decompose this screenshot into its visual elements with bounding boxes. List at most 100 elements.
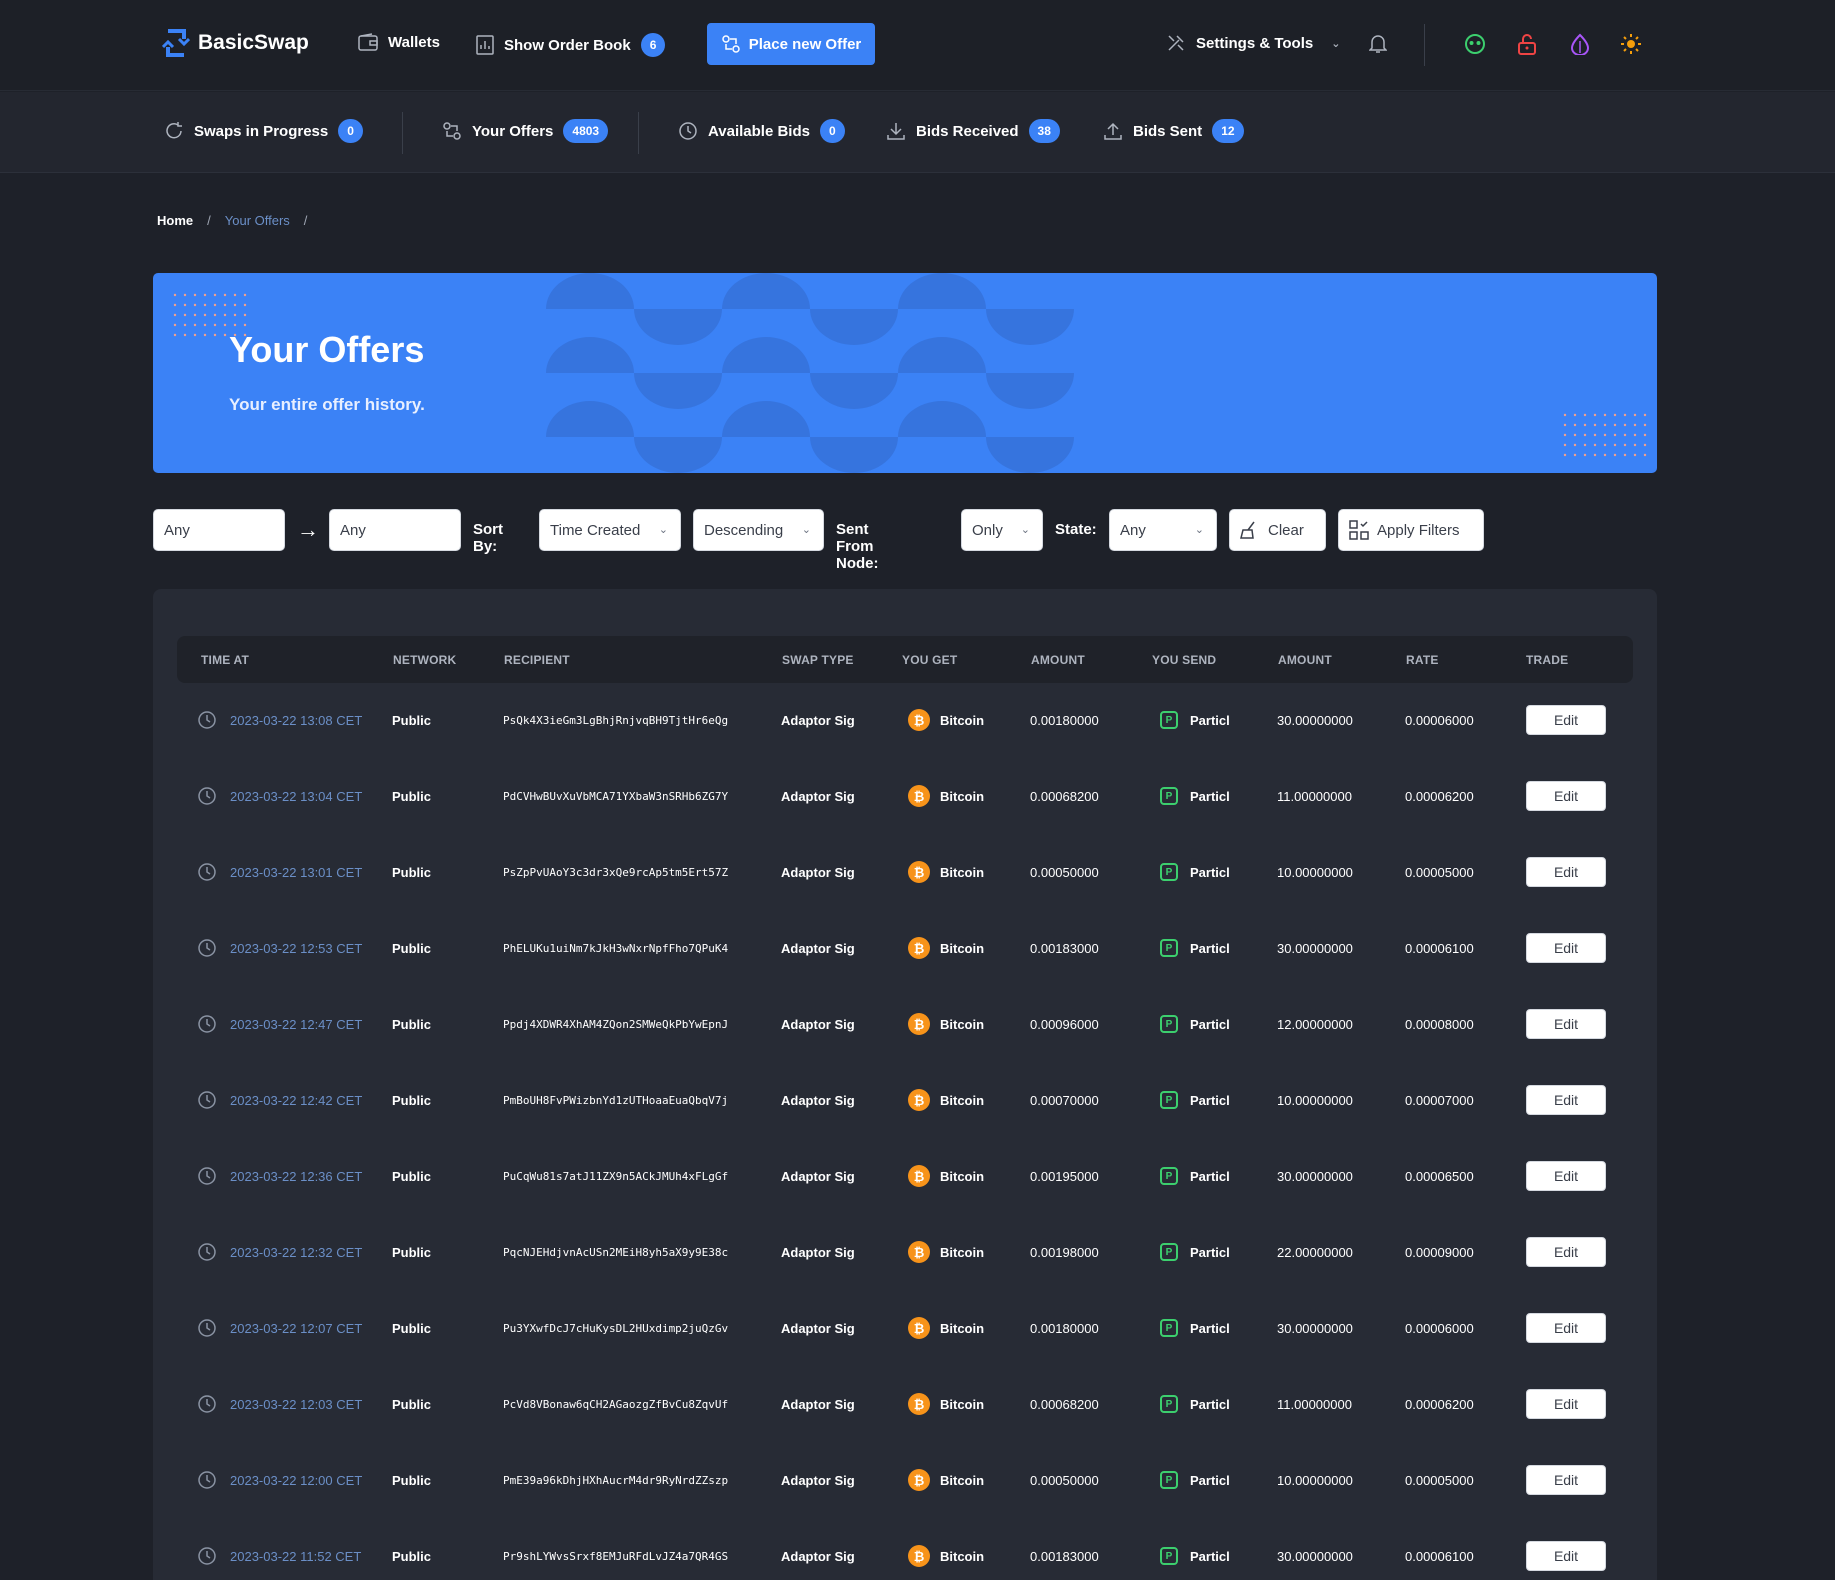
you-send-coin-name: Particl <box>1190 1548 1230 1564</box>
offer-recipient[interactable]: PmE39a96kDhjHXhAucrM4dr9RyNrdZZszp <box>503 1474 728 1487</box>
coin-from-select[interactable]: Any <box>153 509 285 551</box>
offer-recipient[interactable]: Ppdj4XDWR4XhAM4ZQon2SMWeQkPbYwEpnJ <box>503 1018 728 1031</box>
particl-icon: P <box>1160 863 1178 881</box>
offer-recipient[interactable]: PsZpPvUAoY3c3dr3xQe9rcAp5tm5Ert57Z <box>503 866 728 879</box>
table-row: 2023-03-22 11:52 CET Public Pr9shLYWvsSrxf… <box>153 1519 1657 1580</box>
clock-icon <box>679 122 697 140</box>
edit-offer-label: Edit <box>1553 940 1579 956</box>
offers-count-badge: 4803 <box>563 119 609 143</box>
edit-offer-button[interactable]: Edit <box>1526 1465 1606 1495</box>
table-row: 2023-03-22 12:32 CET Public PqcNJEHdjvnAcU… <box>153 1215 1657 1291</box>
breadcrumb: Home / Your Offers / <box>157 213 307 228</box>
breadcrumb-current[interactable]: Your Offers <box>225 213 290 228</box>
edit-offer-button[interactable]: Edit <box>1526 1541 1606 1571</box>
edit-offer-label: Edit <box>1553 1168 1579 1184</box>
breadcrumb-home[interactable]: Home <box>157 213 193 228</box>
edit-offer-button[interactable]: Edit <box>1526 705 1606 735</box>
nav-order-book[interactable]: Show Order Book 6 <box>476 33 666 57</box>
nav-swaps-in-progress[interactable]: Swaps in Progress 0 <box>164 119 363 143</box>
filter-grid-icon <box>1349 520 1369 540</box>
bids-received-count-badge: 38 <box>1028 119 1060 143</box>
tools-icon <box>1168 35 1184 51</box>
you-send-coin: P Particl <box>1158 1013 1230 1035</box>
edit-offer-button[interactable]: Edit <box>1526 1161 1606 1191</box>
edit-offer-label: Edit <box>1553 712 1579 728</box>
table-row: 2023-03-22 12:47 CET Public Ppdj4XDWR4XhAM… <box>153 987 1657 1063</box>
bids-sent-label: Bids Sent <box>1133 122 1203 140</box>
offer-recipient[interactable]: Pr9shLYWvsSrxf8EMJuRFdLvJZ4a7QR4GS <box>503 1550 728 1563</box>
coin-to-select[interactable]: Any <box>329 509 461 551</box>
offer-send-amount: 10.00000000 <box>1277 1093 1353 1108</box>
nav-settings-tools[interactable]: Settings & Tools ⌄ <box>1166 33 1340 53</box>
nav-your-offers[interactable]: Your Offers 4803 <box>442 119 609 143</box>
arrow-right-icon: → <box>297 517 319 542</box>
offer-time: 2023-03-22 12:07 CET <box>230 1321 363 1336</box>
you-send-coin-name: Particl <box>1190 1244 1230 1260</box>
edit-offer-button[interactable]: Edit <box>1526 857 1606 887</box>
offer-swap-type: Adaptor Sig <box>781 789 855 804</box>
particl-icon: P <box>1160 939 1178 957</box>
available-bids-count-badge: 0 <box>819 119 845 143</box>
apply-filters-label: Apply Filters <box>1377 521 1460 539</box>
clock-icon <box>197 1242 217 1267</box>
wallet-icon <box>358 33 378 51</box>
particl-icon: P <box>1160 1167 1178 1185</box>
offer-recipient[interactable]: PcVd8VBonaw6qCH2AGaozgZfBvCu8ZqvUf <box>503 1398 728 1411</box>
sort-by-select[interactable]: Time Created ⌄ <box>539 509 681 551</box>
sent-from-node-select[interactable]: Only ⌄ <box>961 509 1043 551</box>
subnav-divider <box>638 112 639 154</box>
offer-recipient[interactable]: PuCqWu81s7atJ11ZX9n5ACkJMUh4xFLgGf <box>503 1170 728 1183</box>
unlocked-icon[interactable] <box>1517 33 1537 60</box>
nav-bids-received[interactable]: Bids Received 38 <box>886 119 1060 143</box>
state-select[interactable]: Any ⌄ <box>1109 509 1217 551</box>
edit-offer-button[interactable]: Edit <box>1526 1313 1606 1343</box>
you-send-coin: P Particl <box>1158 785 1230 807</box>
nav-bids-sent[interactable]: Bids Sent 12 <box>1103 119 1244 143</box>
offer-rate: 0.00008000 <box>1405 1017 1474 1032</box>
offer-time: 2023-03-22 12:03 CET <box>230 1397 363 1412</box>
table-row: 2023-03-22 13:01 CET Public PsZpPvUAoY3c3d… <box>153 835 1657 911</box>
offer-network: Public <box>392 713 432 728</box>
edit-offer-button[interactable]: Edit <box>1526 1085 1606 1115</box>
offer-network: Public <box>392 1017 432 1032</box>
clock-icon <box>197 1166 217 1191</box>
brand-logo[interactable]: BasicSwap <box>162 27 309 59</box>
offer-recipient[interactable]: PhELUKu1uiNm7kJkH3wNxrNpfFho7QPuK4 <box>503 942 728 955</box>
offer-recipient[interactable]: Pu3YXwfDcJ7cHuKysDL2HUxdimp2juQzGv <box>503 1322 728 1335</box>
tor-onion-icon[interactable] <box>1570 33 1590 60</box>
clear-filters-button[interactable]: Clear <box>1229 509 1326 551</box>
edit-offer-button[interactable]: Edit <box>1526 781 1606 811</box>
clock-icon <box>197 1394 217 1419</box>
bitcoin-icon: ₿ <box>908 1317 930 1339</box>
sun-theme-icon[interactable] <box>1620 33 1642 60</box>
offer-recipient[interactable]: PdCVHwBUvXuVbMCA71YXbaW3nSRHb6ZG7Y <box>503 790 728 803</box>
offer-recipient[interactable]: PsQk4X3ieGm3LgBhjRnjvqBH9TjtHr6eQg <box>503 714 728 727</box>
edit-offer-button[interactable]: Edit <box>1526 933 1606 963</box>
offer-network: Public <box>392 1549 432 1564</box>
notification-bell-icon[interactable] <box>1368 34 1388 59</box>
offer-network: Public <box>392 1169 432 1184</box>
basicswap-logo-icon <box>162 29 190 57</box>
edit-offer-button[interactable]: Edit <box>1526 1009 1606 1039</box>
you-send-coin: P Particl <box>1158 1545 1230 1567</box>
offer-send-amount: 30.00000000 <box>1277 713 1353 728</box>
privacy-mask-icon[interactable] <box>1464 33 1486 60</box>
place-new-offer-button[interactable]: Place new Offer <box>707 23 875 65</box>
offer-rate: 0.00009000 <box>1405 1245 1474 1260</box>
nav-wallets[interactable]: Wallets <box>358 33 440 51</box>
offer-network: Public <box>392 1473 432 1488</box>
you-get-coin-name: Bitcoin <box>940 1016 985 1032</box>
apply-filters-button[interactable]: Apply Filters <box>1338 509 1484 551</box>
edit-offer-button[interactable]: Edit <box>1526 1389 1606 1419</box>
offer-recipient[interactable]: PqcNJEHdjvnAcUSn2MEiH8yh5aX9y9E38c <box>503 1246 728 1259</box>
offer-rate: 0.00005000 <box>1405 1473 1474 1488</box>
edit-offer-button[interactable]: Edit <box>1526 1237 1606 1267</box>
offer-recipient[interactable]: PmBoUH8FvPWizbnYd1zUTHoaaEuaQbqV7j <box>503 1094 728 1107</box>
offer-swap-type: Adaptor Sig <box>781 1245 855 1260</box>
you-send-coin: P Particl <box>1158 937 1230 959</box>
particl-icon: P <box>1160 1471 1178 1489</box>
nav-available-bids[interactable]: Available Bids 0 <box>678 119 845 143</box>
offer-get-amount: 0.00050000 <box>1030 1473 1099 1488</box>
sort-order-select[interactable]: Descending ⌄ <box>693 509 824 551</box>
nav-wallets-label: Wallets <box>388 33 440 51</box>
